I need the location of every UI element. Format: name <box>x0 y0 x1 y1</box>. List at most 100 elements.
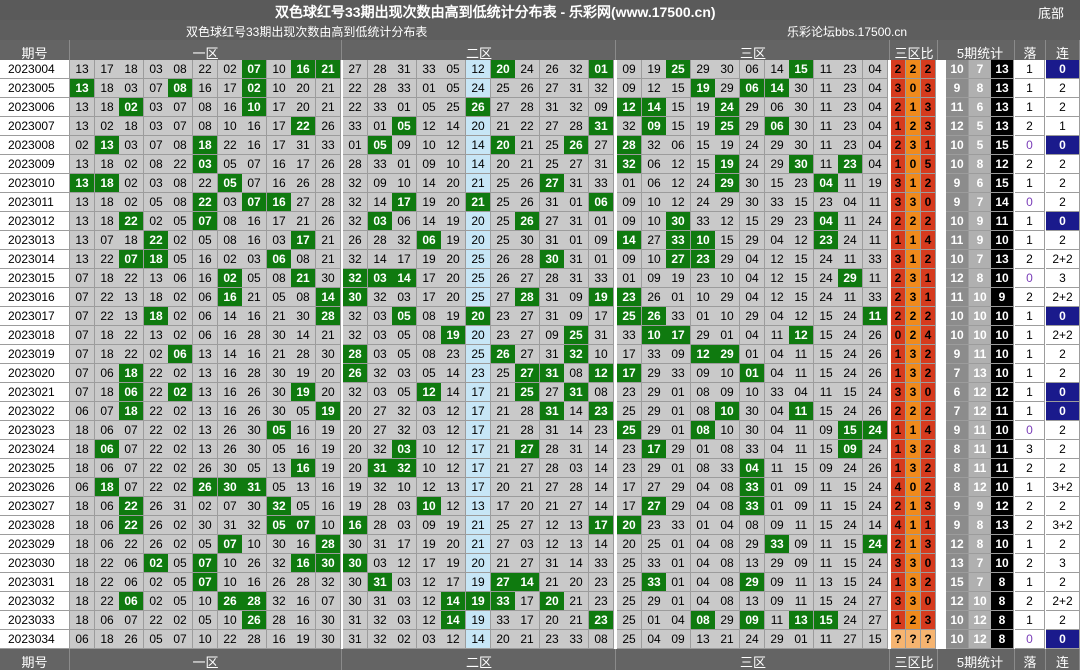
zone3-number-cell: 04 <box>863 79 888 98</box>
zone2-number-cell: 17 <box>515 611 540 630</box>
zone1-number-cell: 31 <box>218 516 243 535</box>
zone1-number-cell: 08 <box>168 193 193 212</box>
zone3-number-cell: 06 <box>666 136 691 155</box>
streak-cell: 2+2 <box>1046 288 1080 307</box>
zone3-number-cell: 24 <box>863 497 888 516</box>
zone3-number-cell: 09 <box>617 79 642 98</box>
zone2-number-cell: 28 <box>515 402 540 421</box>
zone2-number-cell: 28 <box>368 497 393 516</box>
zone3-number-cell: 27 <box>863 611 888 630</box>
zone3-number-cell: 10 <box>715 364 740 383</box>
zone1-number-cell: 06 <box>70 478 95 497</box>
zone3-number-cell: 24 <box>814 269 839 288</box>
zone2-number-cell: 28 <box>564 117 589 136</box>
ratio-cell: 2 <box>906 326 921 345</box>
zone2-number-cell: 05 <box>392 117 417 136</box>
zone3-number-cell: 24 <box>863 440 888 459</box>
zone3-number-cell: 04 <box>691 554 716 573</box>
issue-cell: 2023025 <box>0 459 70 478</box>
table-row: 2023012 13 18 22 02 05 07 08 16 17 21 26 32 03 06 14 19 2… <box>0 212 1080 231</box>
zone2-number-cell: 32 <box>343 250 368 269</box>
zone3-number-cell: 01 <box>740 364 765 383</box>
zone3-number-cell: 29 <box>765 212 790 231</box>
zone1-number-cell: 21 <box>316 250 341 269</box>
stats5-cell: 9 <box>946 421 969 440</box>
zone2-number-cell: 32 <box>368 630 393 649</box>
forum-link[interactable]: 乐彩论坛bbs.17500.cn <box>787 23 907 40</box>
ratio-cell: 1 <box>906 516 921 535</box>
zone1-number-cell: 05 <box>218 155 243 174</box>
ratio-cell: 3 <box>891 79 906 98</box>
zone2-number-cell: 33 <box>491 592 516 611</box>
zone2-number-cell: 25 <box>491 231 516 250</box>
zone2-number-cell: 33 <box>564 630 589 649</box>
zone2-number-cell: 01 <box>589 212 614 231</box>
issue-cell: 2023024 <box>0 440 70 459</box>
zone1-number-cell: 07 <box>119 459 144 478</box>
zone2-number-cell: 22 <box>343 98 368 117</box>
stats5-cell: 12 <box>946 592 969 611</box>
table-row: 2023004 13 17 18 03 08 22 02 07 10 16 21 27 28 31 33 05 1… <box>0 60 1080 79</box>
zone2-number-cell: 32 <box>368 364 393 383</box>
zone1-number-cell: 08 <box>291 288 316 307</box>
zone3-number-cell: 06 <box>740 79 765 98</box>
zone3-number-cell: 15 <box>715 231 740 250</box>
zone2-number-cell: 28 <box>368 79 393 98</box>
zone2-number-cell: 27 <box>540 478 565 497</box>
ratio-cell: 2 <box>891 497 906 516</box>
zone1-number-cell: 17 <box>291 231 316 250</box>
issue-cell: 2023027 <box>0 497 70 516</box>
zone3-number-cell: 04 <box>863 136 888 155</box>
zone3-number-cell: 11 <box>814 554 839 573</box>
zone3-number-cell: 04 <box>765 364 790 383</box>
zone2-number-cell: 19 <box>441 307 466 326</box>
zone2-number-cell: 19 <box>466 611 491 630</box>
ratio-cell: 2 <box>906 402 921 421</box>
zone1-number-cell: 05 <box>168 554 193 573</box>
zone3-number-cell: 11 <box>814 383 839 402</box>
zone2-number-cell: 20 <box>343 459 368 478</box>
zone1-number-cell: 10 <box>218 611 243 630</box>
zone3-number-cell: 11 <box>863 231 888 250</box>
zone2-number-cell: 17 <box>417 554 442 573</box>
zone1-number-cell: 18 <box>119 402 144 421</box>
zone1-number-cell: 13 <box>95 136 120 155</box>
footer-issue: 期号 <box>21 655 48 670</box>
zone1-number-cell: 19 <box>291 630 316 649</box>
zone2-number-cell: 20 <box>491 630 516 649</box>
zone1-number-cell: 02 <box>193 497 218 516</box>
zone1-number-cell: 30 <box>267 383 292 402</box>
zone2-number-cell: 31 <box>540 98 565 117</box>
table-row: 2023008 02 13 03 07 08 18 22 16 17 31 33 01 05 09 10 12 1… <box>0 136 1080 155</box>
zone2-number-cell: 08 <box>417 326 442 345</box>
zone2-number-cell: 21 <box>491 421 516 440</box>
zone2-number-cell: 14 <box>368 193 393 212</box>
zone2-number-cell: 31 <box>540 402 565 421</box>
zone1-number-cell: 06 <box>168 345 193 364</box>
zone3-number-cell: 24 <box>838 364 863 383</box>
zone1-number-cell: 10 <box>193 630 218 649</box>
zone1-number-cell: 07 <box>316 592 341 611</box>
zone2-number-cell: 20 <box>343 402 368 421</box>
zone2-number-cell: 27 <box>540 79 565 98</box>
zone2-number-cell: 13 <box>564 516 589 535</box>
zone1-number-cell: 22 <box>95 307 120 326</box>
zone1-number-cell: 06 <box>95 497 120 516</box>
zone2-number-cell: 13 <box>564 535 589 554</box>
zone3-number-cell: 19 <box>691 117 716 136</box>
zone1-number-cell: 08 <box>168 136 193 155</box>
zone2-number-cell: 20 <box>441 288 466 307</box>
zone1-number-cell: 17 <box>291 155 316 174</box>
zone1-number-cell: 13 <box>267 459 292 478</box>
zone2-number-cell: 31 <box>368 592 393 611</box>
zone1-number-cell: 16 <box>291 554 316 573</box>
ratio-cell: 2 <box>891 288 906 307</box>
zone1-number-cell: 18 <box>70 611 95 630</box>
zone3-number-cell: 23 <box>691 250 716 269</box>
zone1-number-cell: 30 <box>316 345 341 364</box>
stats5-cell: 8 <box>991 573 1014 592</box>
zone3-number-cell: 29 <box>691 326 716 345</box>
stats5-cell: 10 <box>991 345 1014 364</box>
zone3-number-cell: 15 <box>814 345 839 364</box>
zone2-number-cell: 17 <box>466 383 491 402</box>
